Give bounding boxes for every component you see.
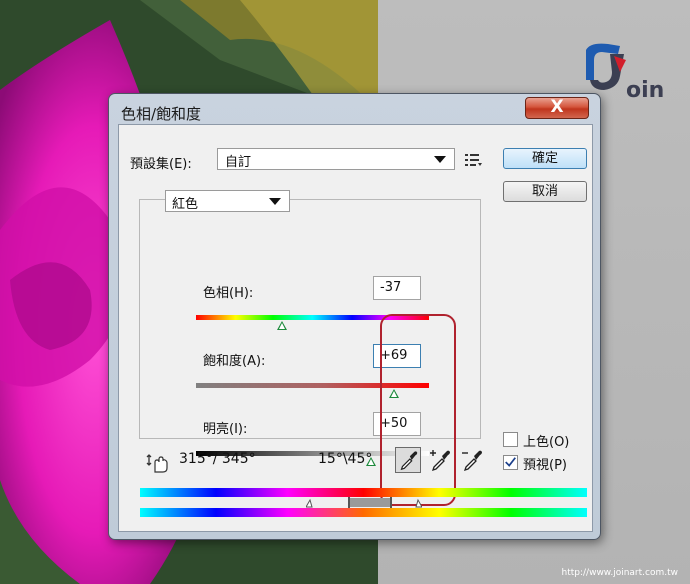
channel-value: 紅色 <box>172 197 199 212</box>
saturation-label: 飽和度(A): <box>203 354 266 369</box>
outer-range-degrees: 315°/ 345° <box>179 451 256 467</box>
logo-text: oin <box>626 78 665 103</box>
on-image-adjustment-icon[interactable] <box>146 453 168 473</box>
channel-dropdown[interactable]: 紅色 <box>165 190 290 212</box>
input-color-bar <box>140 488 587 497</box>
lightness-label: 明亮(I): <box>203 422 248 437</box>
eyedropper-plus-icon[interactable] <box>427 447 453 473</box>
ok-button[interactable]: 確定 <box>503 148 587 169</box>
close-button[interactable]: X <box>525 97 589 119</box>
colorize-checkbox[interactable] <box>503 432 518 447</box>
watermark-url: http://www.joinart.com.tw <box>561 568 678 578</box>
inner-range-degrees: 15°\45° <box>318 451 373 467</box>
preset-value: 自訂 <box>225 155 252 170</box>
hue-input[interactable]: -37 <box>373 276 421 300</box>
dialog-body: 預設集(E): 自訂 確定 取消 紅色 色相(H): -37 飽和度(A): +… <box>118 124 593 532</box>
hue-saturation-dialog: 色相/飽和度 X 預設集(E): 自訂 確定 取消 紅色 色相(H): -37 <box>108 93 601 540</box>
preview-label[interactable]: 預視(P) <box>523 454 567 473</box>
chevron-down-icon <box>269 198 281 205</box>
colorize-label[interactable]: 上色(O) <box>523 431 569 450</box>
adjustment-group: 紅色 色相(H): -37 飽和度(A): +69 明亮(I): +50 <box>139 190 481 506</box>
hue-label: 色相(H): <box>203 286 254 301</box>
dialog-title: 色相/飽和度 <box>121 105 202 123</box>
hue-thumb[interactable] <box>277 321 288 330</box>
preset-label: 預設集(E): <box>130 157 192 172</box>
chevron-down-icon <box>434 156 446 163</box>
preview-checkbox[interactable] <box>503 455 518 470</box>
value-highlight-annotation <box>380 314 456 506</box>
checkmark-icon <box>505 457 516 467</box>
eyedropper-icon[interactable] <box>395 447 421 473</box>
output-color-bar <box>140 508 587 517</box>
color-range-slider[interactable] <box>306 497 422 508</box>
preset-dropdown[interactable]: 自訂 <box>217 148 455 170</box>
eyedropper-minus-icon[interactable] <box>459 447 485 473</box>
preset-options-icon[interactable] <box>465 153 483 167</box>
cancel-button[interactable]: 取消 <box>503 181 587 202</box>
